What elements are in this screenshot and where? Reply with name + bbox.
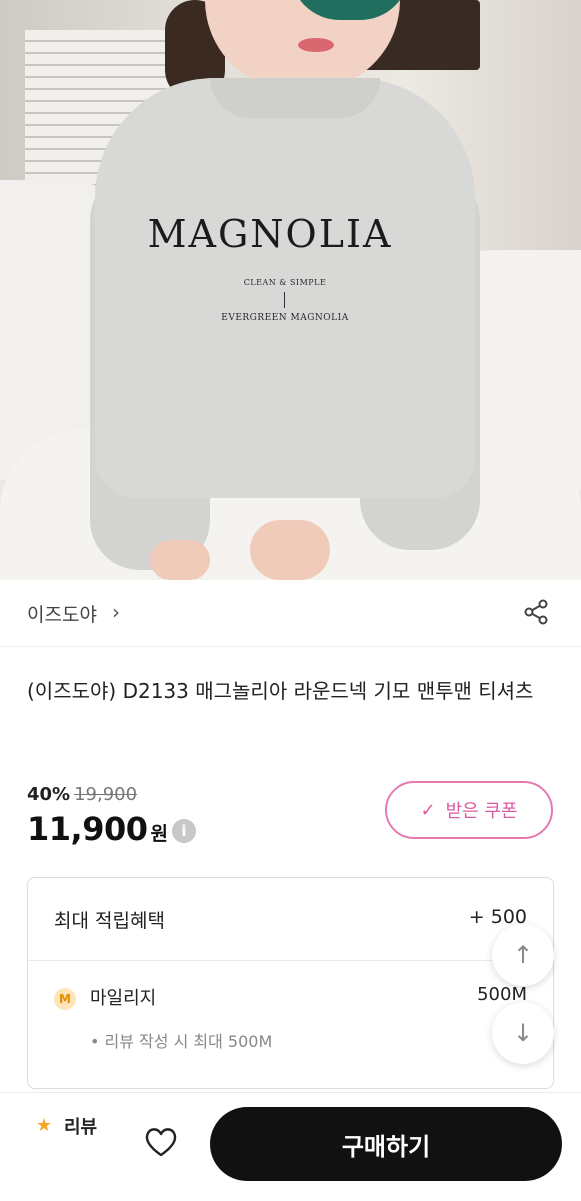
sweater-print-divider	[284, 292, 285, 308]
received-coupon-button[interactable]: ✓ 받은 쿠폰	[385, 781, 553, 839]
benefit-box: 최대 적립혜택 + 500 M 마일리지 500M • 리뷰 작성 시 최대 5…	[27, 877, 554, 1089]
review-link[interactable]: 리뷰	[64, 1113, 97, 1139]
sale-price: 11,900	[27, 810, 148, 848]
scroll-to-top-button[interactable]: ↑	[492, 924, 554, 986]
currency-label: 원	[150, 823, 168, 845]
mileage-icon: M	[54, 988, 76, 1010]
sweater-print-sub: EVERGREEN MAGNOLIA	[221, 313, 349, 323]
chevron-right-icon[interactable]: ›	[112, 600, 120, 624]
check-icon: ✓	[420, 799, 436, 821]
photo-hand-left	[150, 540, 210, 580]
mileage-label: 마일리지	[90, 988, 157, 1009]
benefit-header[interactable]: 최대 적립혜택 + 500	[28, 878, 553, 961]
photo-sweater	[95, 78, 475, 498]
photo-lips	[298, 38, 334, 52]
product-image[interactable]: MAGNOLIA CLEAN & SIMPLE EVERGREEN MAGNOL…	[0, 0, 581, 580]
benefit-title: 최대 적립혜택	[54, 910, 165, 932]
price-row: 11,900 원 i	[27, 810, 196, 848]
heart-icon[interactable]	[142, 1123, 180, 1161]
share-icon[interactable]	[520, 596, 552, 628]
info-icon[interactable]: i	[171, 819, 196, 843]
sweater-print-tagline: CLEAN & SIMPLE	[243, 278, 327, 287]
shop-name-link[interactable]: 이즈도야	[27, 600, 97, 627]
original-price: 19,900	[74, 784, 138, 805]
mileage-note: • 리뷰 작성 시 최대 500M	[90, 1032, 273, 1051]
arrow-up-icon: ↑	[512, 941, 534, 969]
product-title: (이즈도야) D2133 매그놀리아 라운드넥 기모 맨투맨 티셔츠	[27, 679, 534, 703]
coupon-button-label: 받은 쿠폰	[445, 801, 518, 822]
discount-rate: 40%	[27, 784, 71, 805]
star-icon: ★	[36, 1115, 53, 1136]
sweater-print-main: MAGNOLIA	[147, 212, 393, 256]
shop-row: 이즈도야 ›	[0, 580, 581, 647]
photo-neckline	[210, 78, 380, 118]
scroll-to-bottom-button[interactable]: ↓	[492, 1002, 554, 1064]
buy-button[interactable]: 구매하기	[210, 1107, 562, 1181]
discount-row: 40% 19,900	[27, 784, 137, 808]
arrow-down-icon: ↓	[512, 1019, 534, 1047]
bottom-action-bar: ★ 리뷰 구매하기	[0, 1092, 581, 1201]
photo-hand	[250, 520, 330, 580]
